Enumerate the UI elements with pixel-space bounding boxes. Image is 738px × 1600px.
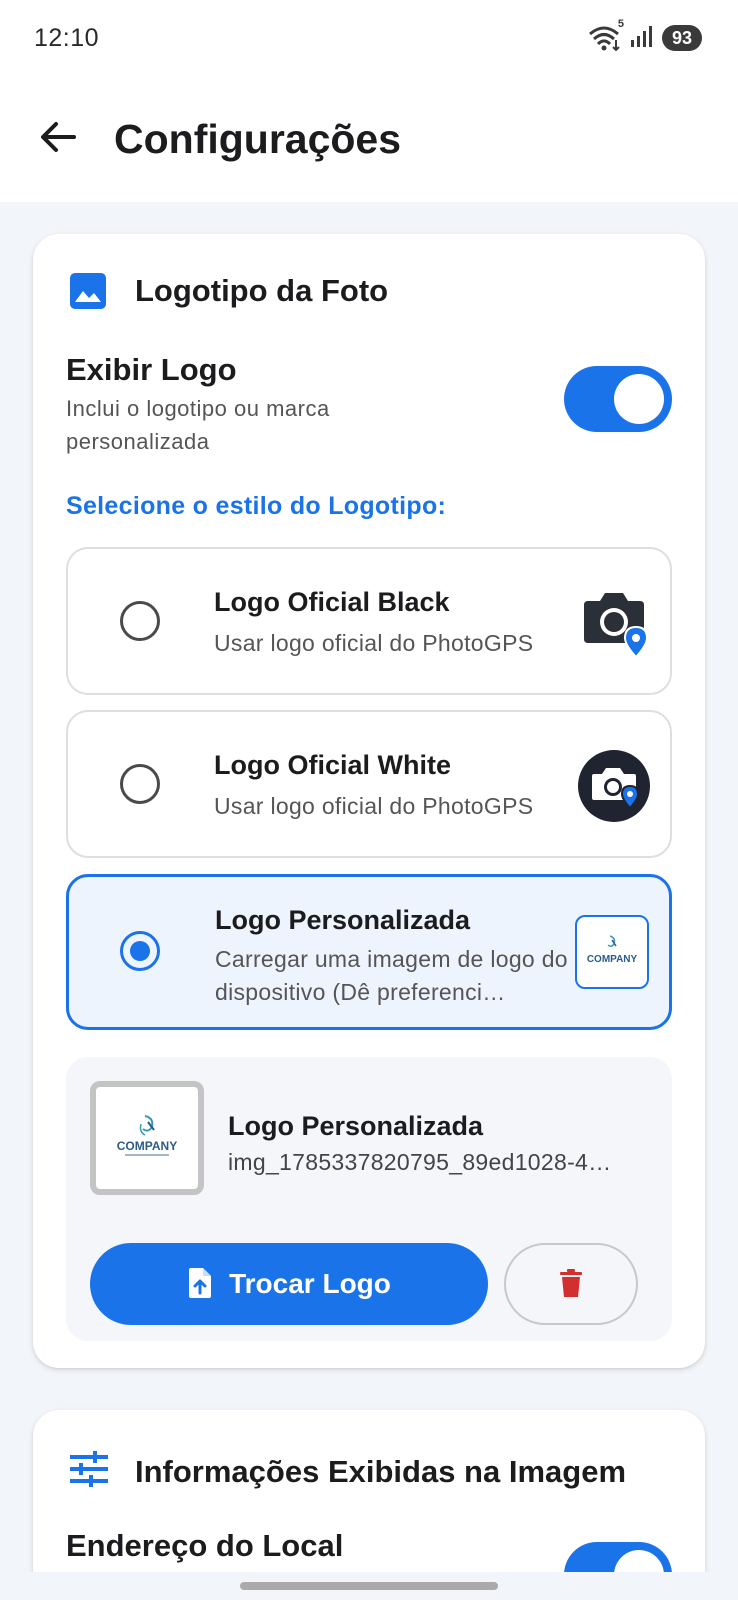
custom-logo-thumbnail-text: COMPANY	[587, 954, 638, 965]
signal-icon	[630, 24, 654, 53]
switch-knob	[614, 374, 664, 424]
back-button[interactable]	[28, 109, 88, 169]
logo-card-title: Logotipo da Foto	[135, 273, 389, 308]
logo-settings-card: Logotipo da Foto Exibir Logo Inclui o lo…	[33, 234, 705, 1368]
change-logo-button[interactable]: Trocar Logo	[90, 1243, 488, 1325]
change-logo-label: Trocar Logo	[229, 1268, 391, 1299]
custom-logo-preview-text: COMPANY	[117, 1139, 177, 1153]
custom-logo-panel: COMPANY Logo Personalizada img_178533782…	[66, 1057, 672, 1341]
radio-logo-black[interactable]	[120, 601, 160, 641]
app-bar: Configurações	[0, 76, 738, 202]
logo-style-label: Selecione o estilo do Logotipo:	[66, 492, 447, 520]
option-title: Logo Personalizada	[215, 905, 471, 935]
camera-location-icon	[578, 587, 650, 659]
battery-indicator: 93	[661, 25, 702, 51]
option-logo-custom[interactable]: Logo Personalizada Carregar uma imagem d…	[66, 874, 672, 1030]
file-upload-icon	[187, 1267, 213, 1302]
option-description: Usar logo oficial do PhotoGPS	[214, 793, 534, 819]
tune-icon	[69, 1450, 109, 1493]
custom-logo-thumbnail: COMPANY	[575, 915, 649, 989]
wifi-icon: 5	[588, 18, 624, 52]
custom-logo-filename: img_1785337820795_89ed1028-4…	[228, 1149, 612, 1175]
show-logo-switch[interactable]	[564, 366, 672, 432]
custom-logo-preview: COMPANY	[90, 1081, 204, 1195]
delete-logo-button[interactable]	[504, 1243, 638, 1325]
option-description: Carregar uma imagem de logo do dispositi…	[215, 946, 568, 1005]
address-label: Endereço do Local	[66, 1528, 344, 1563]
info-card-title: Informações Exibidas na Imagem	[135, 1453, 627, 1489]
status-icons: 5 93	[588, 18, 702, 53]
status-bar: 12:10 5 93	[0, 0, 738, 76]
radio-logo-white[interactable]	[120, 764, 160, 804]
arrow-left-icon	[38, 117, 78, 162]
option-title: Logo Oficial White	[214, 750, 451, 780]
option-logo-black[interactable]: Logo Oficial Black Usar logo oficial do …	[66, 547, 672, 695]
status-time: 12:10	[34, 23, 100, 52]
home-indicator[interactable]	[240, 1582, 498, 1590]
radio-logo-custom[interactable]	[120, 931, 160, 971]
show-logo-description: Inclui o logotipo ou marca personalizada	[66, 396, 330, 454]
option-title: Logo Oficial Black	[214, 587, 450, 617]
option-logo-white[interactable]: Logo Oficial White Usar logo oficial do …	[66, 710, 672, 858]
image-icon	[69, 272, 107, 310]
custom-logo-title: Logo Personalizada	[228, 1111, 484, 1141]
trash-icon	[559, 1268, 583, 1301]
info-card-header: Informações Exibidas na Imagem	[69, 1450, 626, 1493]
option-description: Usar logo oficial do PhotoGPS	[214, 630, 534, 656]
page-title: Configurações	[114, 115, 402, 162]
show-logo-row: Exibir Logo Inclui o logotipo ou marca p…	[66, 352, 672, 458]
camera-location-circle-icon	[578, 750, 650, 822]
wifi-badge: 5	[617, 18, 624, 30]
logo-card-header: Logotipo da Foto	[69, 272, 388, 310]
